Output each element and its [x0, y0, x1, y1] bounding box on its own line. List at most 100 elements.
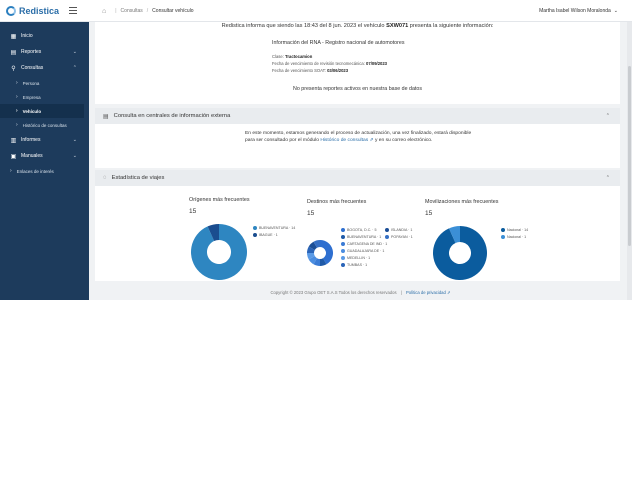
trip-stats-header[interactable]: ◌ Estadística de viajes ⌃	[95, 170, 620, 186]
legend-swatch	[341, 249, 345, 253]
legend-item[interactable]: Nacional · 1	[501, 235, 526, 239]
app-shell: Redistica ⌂ | Consultas / Consultar vehí…	[0, 0, 632, 300]
sidebar-item-empresa[interactable]: › Empresa	[0, 90, 89, 104]
field-value: 07/09/2023	[366, 61, 388, 66]
chevron-down-icon: ⌄	[613, 8, 618, 14]
origins-title: Orígenes más frecuentes	[189, 197, 250, 203]
legend-swatch	[501, 235, 505, 239]
section-title: Consulta en centrales de información ext…	[113, 113, 231, 119]
sidebar-item-manuales[interactable]: ▣ Manuales ⌄	[0, 148, 89, 164]
scrollbar[interactable]	[627, 22, 632, 300]
chevron-up-icon: ⌃	[605, 175, 610, 181]
grid-icon: ▦	[10, 33, 17, 40]
legend-label: CARTAGENA DE IND · 1	[347, 242, 388, 246]
legend-swatch	[341, 242, 345, 246]
external-info-header[interactable]: ▤ Consulta en centrales de información e…	[95, 108, 620, 124]
brand-name: Redistica	[19, 6, 60, 16]
sidebar-item-label: Persona	[22, 80, 40, 86]
legend-item[interactable]: IBAGUE · 1	[253, 233, 278, 237]
field-label: Clase:	[272, 54, 284, 59]
sidebar-item-vehiculo[interactable]: › Vehículo	[0, 104, 84, 118]
external-link-icon: ⇗	[369, 137, 374, 143]
file-icon: ▤	[10, 49, 17, 56]
legend-item[interactable]: BOGOTA, D.C. · 5	[341, 228, 377, 232]
legend-label: MEDELLIN · 1	[347, 256, 371, 260]
breadcrumb: ⌂ | Consultas / Consultar vehículo	[102, 0, 194, 22]
chevron-right-icon: ›	[16, 94, 18, 100]
section-title: Estadística de viajes	[111, 175, 165, 181]
top-bar: Redistica ⌂ | Consultas / Consultar vehí…	[0, 0, 632, 22]
legend-label: ISLANDIA · 1	[391, 228, 413, 232]
sidebar-item-label: Vehículo	[22, 108, 42, 114]
sidebar-item-historico[interactable]: › Histórico de consultas	[0, 118, 89, 132]
book-icon: ▣	[10, 153, 17, 160]
headline-text: presenta la siguiente información:	[409, 23, 494, 29]
legend-label: BUENAVENTURA · 14	[259, 226, 296, 230]
legend-item[interactable]: CARTAGENA DE IND · 1	[341, 242, 387, 246]
legend-item[interactable]: POPAYAN · 1	[385, 235, 413, 239]
sidebar-item-persona[interactable]: › Persona	[0, 76, 89, 90]
sidebar-item-label: Empresa	[22, 94, 41, 100]
legend-swatch	[501, 228, 505, 232]
footer: Copyright © 2023 Grupo OET S.A.S Todos l…	[89, 286, 632, 300]
chart-icon: ▥	[10, 137, 17, 144]
legend-item[interactable]: TUMBAS · 1	[341, 263, 367, 267]
sidebar-item-label: Reportes	[21, 49, 42, 55]
sidebar-item-enlaces[interactable]: › Enlaces de interés	[0, 164, 89, 178]
copyright-text: Copyright © 2023 Grupo OET S.A.S Todos l…	[270, 290, 397, 295]
user-name: Martha Isabel Wilson Moralonda	[539, 8, 611, 14]
footer-separator: |	[400, 290, 402, 295]
sidebar-item-consultas[interactable]: ⚲ Consultas ⌃	[0, 60, 89, 76]
legend-swatch	[253, 233, 257, 237]
origins-pie-chart	[191, 224, 247, 280]
external-info-message: En este momento, estamos generando el pr…	[245, 131, 475, 144]
external-link-icon: ⇗	[446, 290, 451, 295]
field-label: Fecha de vencimiento de revisión tecnome…	[272, 61, 365, 66]
user-menu[interactable]: Martha Isabel Wilson Moralonda ⌄	[539, 0, 618, 22]
legend-label: TUMBAS · 1	[347, 263, 368, 267]
movements-title: Movilizaciones más frecuentes	[425, 199, 499, 205]
destinations-pie-chart	[307, 240, 333, 266]
historico-link[interactable]: Histórico de consultas	[320, 138, 368, 143]
legend-item[interactable]: BUENAVENTURA · 14	[253, 226, 295, 230]
external-info-panel: En este momento, estamos generando el pr…	[95, 124, 620, 168]
chevron-down-icon: ⌄	[72, 49, 77, 55]
legend-label: BUENAVENTURA · 1	[347, 235, 382, 239]
sidebar-item-inicio[interactable]: ▦ Inicio	[0, 28, 89, 44]
legend-item[interactable]: Nacional · 14	[501, 228, 528, 232]
legend-label: BOGOTA, D.C. · 5	[347, 228, 377, 232]
result-headline: Redistica informa que siendo las 18:43 d…	[95, 22, 620, 30]
legend-item[interactable]: GUADALAJARA DE · 1	[341, 249, 384, 253]
sidebar-item-label: Histórico de consultas	[22, 122, 67, 128]
sidebar-item-label: Informes	[21, 137, 41, 143]
breadcrumb-separator: |	[115, 8, 117, 14]
privacy-policy-link[interactable]: Política de privacidad	[406, 290, 446, 295]
headline-text: Redistica informa que siendo las 18:43 d…	[221, 23, 385, 29]
sidebar-item-label: Consultas	[21, 65, 44, 71]
home-icon[interactable]: ⌂	[102, 8, 106, 15]
legend-item[interactable]: MEDELLIN · 1	[341, 256, 370, 260]
chevron-down-icon: ⌄	[72, 137, 77, 143]
chevron-up-icon: ⌃	[72, 65, 77, 71]
legend-item[interactable]: BUENAVENTURA · 1	[341, 235, 381, 239]
legend-item[interactable]: ISLANDIA · 1	[385, 228, 412, 232]
breadcrumb-consultas[interactable]: Consultas	[121, 8, 143, 14]
field-label: Fecha de vencimiento SOAT:	[272, 68, 326, 73]
menu-toggle-icon[interactable]	[69, 7, 77, 14]
chevron-right-icon: ›	[16, 108, 18, 114]
legend-label: POPAYAN · 1	[391, 235, 413, 239]
movements-pie-chart	[433, 226, 487, 280]
sidebar-item-informes[interactable]: ▥ Informes ⌄	[0, 132, 89, 148]
legend-swatch	[341, 263, 345, 267]
sidebar-item-reportes[interactable]: ▤ Reportes ⌄	[0, 44, 89, 60]
legend-label: Nacional · 1	[507, 235, 527, 239]
origins-count: 15	[189, 208, 197, 215]
legend-swatch	[341, 235, 345, 239]
legend-swatch	[385, 235, 389, 239]
scrollbar-thumb[interactable]	[628, 66, 631, 246]
legend-label: GUADALAJARA DE · 1	[347, 249, 385, 253]
chevron-right-icon: ›	[16, 122, 18, 128]
field-value: Tractocamion	[285, 54, 313, 59]
search-icon: ⚲	[11, 65, 16, 72]
document-icon: ▤	[103, 113, 109, 120]
